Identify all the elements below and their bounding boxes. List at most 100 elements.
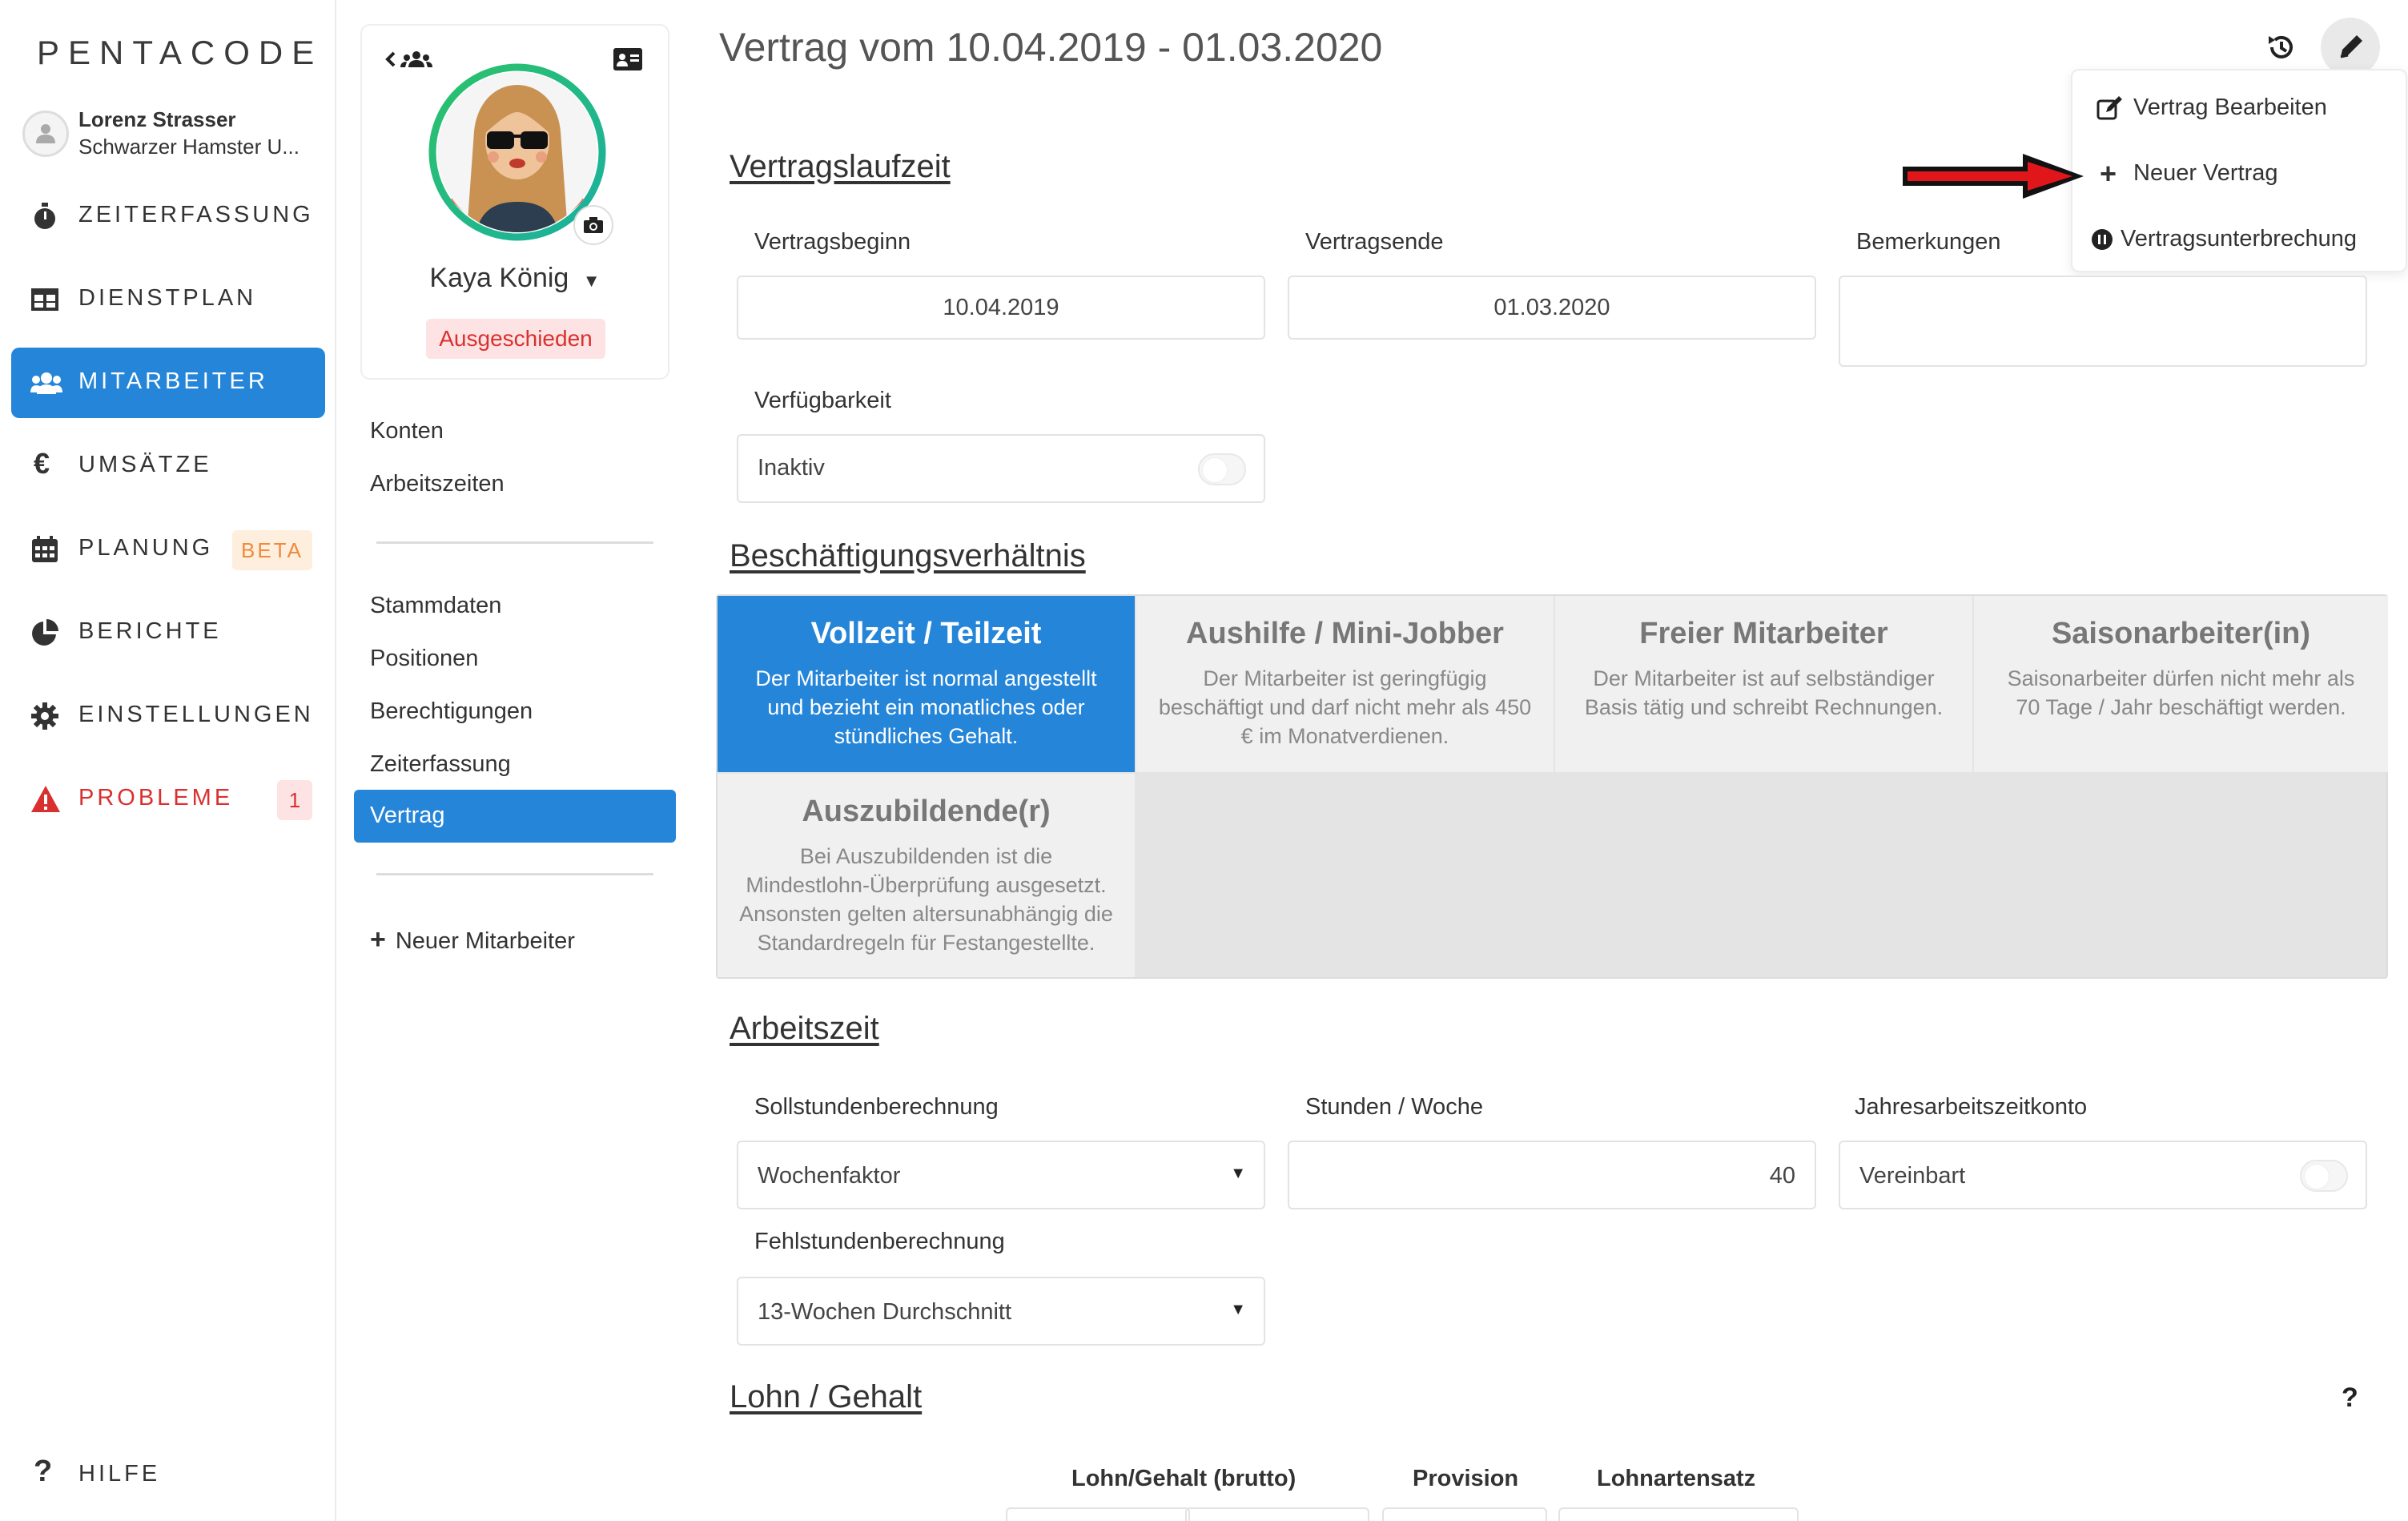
- type-title: Vollzeit / Teilzeit: [810, 617, 1042, 650]
- type-title: Freier Mitarbeiter: [1639, 617, 1888, 650]
- submenu-divider: [376, 873, 653, 875]
- users-icon: [30, 368, 62, 397]
- pay-help-button[interactable]: ?: [2342, 1382, 2358, 1414]
- menu-item-contract-interruption[interactable]: Vertragsunterbrechung: [2090, 226, 2394, 258]
- section-vertragslaufzeit: Vertragslaufzeit: [730, 149, 951, 184]
- submenu-positionen[interactable]: Positionen: [370, 646, 478, 672]
- nav-hilfe[interactable]: ? HILFE: [11, 1440, 325, 1511]
- plus-icon: +: [2100, 157, 2117, 190]
- edit-icon: [2096, 96, 2122, 120]
- pay-input-wage-type[interactable]: [1558, 1507, 1799, 1521]
- user-company: Schwarzer Hamster U...: [78, 135, 299, 159]
- page-title: Vertrag vom 10.04.2019 - 01.03.2020: [719, 25, 1383, 70]
- menu-item-label: Vertragsunterbrechung: [2121, 226, 2358, 251]
- type-description: Der Mitarbeiter ist auf selbständiger Ba…: [1584, 666, 1944, 719]
- nav-probleme[interactable]: PROBLEME 1: [11, 764, 325, 835]
- submenu-stammdaten[interactable]: Stammdaten: [370, 593, 501, 619]
- nav-mitarbeiter[interactable]: MITARBEITER: [11, 348, 325, 418]
- nav-umsaetze[interactable]: € UMSÄTZE: [11, 431, 325, 501]
- annual-account-value: Vereinbart: [1859, 1163, 1966, 1189]
- table-icon: [30, 285, 59, 314]
- employment-type-aushilfe[interactable]: Aushilfe / Mini-Jobber Der Mitarbeiter i…: [1136, 596, 1554, 772]
- target-hours-value: Wochenfaktor: [758, 1163, 901, 1189]
- employee-name-dropdown[interactable]: Kaya König ▼: [362, 263, 668, 294]
- status-badge: Ausgeschieden: [426, 319, 605, 359]
- submenu-zeiterfassung[interactable]: Zeiterfassung: [370, 751, 511, 778]
- target-hours-label: Sollstundenberechnung: [754, 1094, 999, 1120]
- employment-type-selector: Vollzeit / Teilzeit Der Mitarbeiter ist …: [716, 594, 2388, 979]
- new-employee-button[interactable]: + Neuer Mitarbeiter: [370, 924, 575, 956]
- absence-calc-select[interactable]: 13-Wochen Durchschnitt ▼: [737, 1277, 1265, 1346]
- submenu-berechtigungen[interactable]: Berechtigungen: [370, 698, 533, 725]
- start-date-input[interactable]: 10.04.2019: [737, 276, 1265, 340]
- help-icon: ?: [34, 1455, 53, 1488]
- availability-toggle[interactable]: [1198, 453, 1246, 485]
- nav-label: PROBLEME: [78, 785, 234, 811]
- gear-icon: [30, 702, 59, 730]
- nav-dienstplan[interactable]: DIENSTPLAN: [11, 264, 325, 335]
- start-date-label: Vertragsbeginn: [754, 229, 911, 255]
- caret-down-icon: ▼: [582, 271, 601, 291]
- user-menu[interactable]: Lorenz Strasser Schwarzer Hamster U...: [22, 106, 327, 162]
- nav-label: ZEITERFASSUNG: [78, 202, 314, 227]
- pay-column-header: Lohn/Gehalt (brutto): [1071, 1466, 1296, 1491]
- type-title: Auszubildende(r): [802, 795, 1051, 828]
- availability-label: Verfügbarkeit: [754, 388, 891, 413]
- hours-per-week-input[interactable]: 40: [1288, 1141, 1816, 1209]
- absence-calc-label: Fehlstundenberechnung: [754, 1229, 1005, 1254]
- pay-input-salary-unit[interactable]: [1185, 1507, 1369, 1521]
- submenu-arbeitszeiten[interactable]: Arbeitszeiten: [370, 471, 505, 497]
- section-arbeitszeit: Arbeitszeit: [730, 1011, 879, 1046]
- submenu-konten[interactable]: Konten: [370, 418, 444, 445]
- pencil-icon: [2340, 35, 2362, 58]
- nav-label: DIENSTPLAN: [78, 285, 257, 311]
- notes-label: Bemerkungen: [1856, 229, 2001, 255]
- section-lohn: Lohn / Gehalt: [730, 1379, 923, 1414]
- caret-down-icon: ▼: [1230, 1301, 1246, 1318]
- euro-icon: €: [34, 447, 50, 480]
- nav-planung[interactable]: PLANUNG BETA: [11, 514, 325, 585]
- end-date-label: Vertragsende: [1305, 229, 1444, 255]
- nav-label: EINSTELLUNGEN: [78, 702, 314, 727]
- id-card-icon[interactable]: [613, 48, 645, 72]
- availability-field: Inaktiv: [737, 434, 1265, 503]
- annual-account-toggle[interactable]: [2300, 1160, 2348, 1192]
- employment-type-freier-mitarbeiter[interactable]: Freier Mitarbeiter Der Mitarbeiter ist a…: [1555, 596, 1972, 772]
- annotation-arrow: [1901, 152, 2085, 200]
- nav-zeiterfassung[interactable]: ZEITERFASSUNG: [11, 181, 325, 251]
- menu-item-new-contract[interactable]: + Neuer Vertrag: [2096, 157, 2385, 192]
- notes-textarea[interactable]: [1839, 276, 2367, 367]
- nav-berichte[interactable]: BERICHTE: [11, 598, 325, 668]
- user-icon: [36, 124, 55, 143]
- stopwatch-icon: [30, 202, 59, 231]
- submenu-divider: [376, 541, 653, 544]
- availability-value: Inaktiv: [758, 455, 825, 481]
- plus-icon: +: [370, 924, 386, 955]
- nav-label: PLANUNG: [78, 535, 214, 561]
- main-sidebar: PENTACODE Lorenz Strasser Schwarzer Hams…: [0, 0, 336, 1521]
- submenu-vertrag[interactable]: Vertrag: [354, 790, 676, 843]
- user-name: Lorenz Strasser: [78, 107, 236, 131]
- employee-name: Kaya König: [429, 263, 569, 293]
- caret-down-icon: ▼: [1230, 1165, 1246, 1182]
- target-hours-select[interactable]: Wochenfaktor ▼: [737, 1141, 1265, 1209]
- end-date-input[interactable]: 01.03.2020: [1288, 276, 1816, 340]
- menu-item-edit-contract[interactable]: Vertrag Bearbeiten: [2096, 95, 2385, 127]
- annual-account-label: Jahresarbeitszeitkonto: [1855, 1094, 2088, 1120]
- hours-per-week-label: Stunden / Woche: [1305, 1094, 1483, 1120]
- edit-menu-button[interactable]: [2321, 18, 2380, 77]
- absence-calc-value: 13-Wochen Durchschnitt: [758, 1299, 1012, 1325]
- problems-count-badge: 1: [277, 780, 312, 820]
- employment-type-vollzeit[interactable]: Vollzeit / Teilzeit Der Mitarbeiter ist …: [718, 596, 1135, 772]
- pay-input-commission[interactable]: [1382, 1507, 1547, 1521]
- nav-einstellungen[interactable]: EINSTELLUNGEN: [11, 681, 325, 751]
- pay-input-salary[interactable]: [1006, 1507, 1190, 1521]
- camera-icon: [584, 217, 603, 233]
- upload-photo-button[interactable]: [573, 205, 613, 245]
- employment-type-saisonarbeiter[interactable]: Saisonarbeiter(in) Saisonarbeiter dürfen…: [1974, 596, 2388, 772]
- history-button[interactable]: [2252, 18, 2311, 77]
- type-title: Saisonarbeiter(in): [2051, 617, 2311, 650]
- employment-type-auszubildende[interactable]: Auszubildende(r) Bei Auszubildenden ist …: [718, 774, 1135, 977]
- type-description: Saisonarbeiter dürfen nicht mehr als 70 …: [2007, 666, 2355, 719]
- employee-profile-card: Kaya König ▼ Ausgeschieden: [360, 24, 669, 380]
